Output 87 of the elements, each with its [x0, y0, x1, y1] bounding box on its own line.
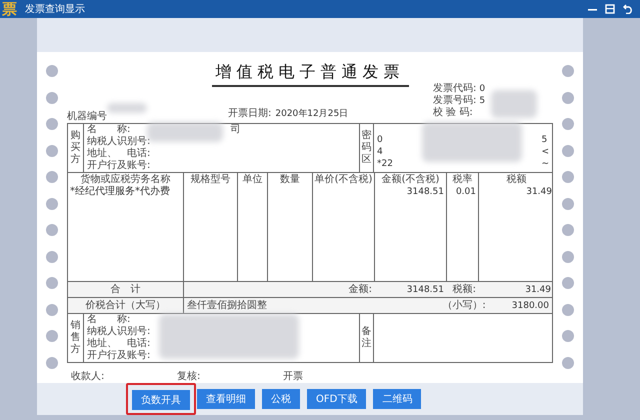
cipher-text: <	[541, 146, 549, 158]
column-header: 货物或应税劳务名称	[68, 173, 184, 186]
punch-hole	[562, 330, 574, 342]
table-cell-text: 31.49	[525, 186, 553, 198]
punch-hole	[46, 118, 58, 130]
cipher-text: *22	[377, 158, 393, 170]
punch-hole	[562, 65, 574, 77]
punch-hole	[562, 92, 574, 104]
punch-hole	[562, 171, 574, 183]
punch-hole	[562, 198, 574, 210]
total-amount: 3148.51	[406, 284, 444, 296]
field-label: 税额:	[452, 284, 476, 296]
signature-label: 开票	[283, 370, 304, 383]
punch-hole	[46, 171, 58, 183]
table-cell-text: 0.01	[454, 186, 477, 198]
table-cell-text: *经纪代理服务*代办费	[69, 186, 171, 198]
punch-hole	[46, 330, 58, 342]
punch-hole	[562, 304, 574, 316]
action-button[interactable]: 公税	[262, 389, 300, 409]
grand-total: 3180.00	[512, 300, 549, 312]
field-label: （小写）:	[442, 300, 486, 312]
field-label: 地址、 电话:	[87, 338, 150, 350]
window-icon[interactable]	[605, 4, 615, 14]
column-header: 税率	[447, 173, 479, 186]
table-cell-text: 3148.51	[406, 186, 445, 198]
side-label: 备注	[362, 326, 372, 350]
column-header: 单位	[238, 173, 268, 186]
redaction-blur	[107, 103, 147, 113]
field-label: 纳税人识别号:	[87, 136, 150, 148]
action-button[interactable]: 查看明细	[197, 389, 255, 409]
punch-hole	[562, 144, 574, 156]
action-button[interactable]: 二维码	[373, 389, 422, 409]
punch-hole	[562, 356, 574, 368]
punch-hole	[46, 250, 58, 262]
invoice-title: 增值税电子普通发票	[212, 62, 408, 87]
cipher-text: ~	[541, 158, 549, 170]
column-header: 单价(不含税)	[313, 173, 375, 186]
cipher-text: 0	[377, 134, 384, 146]
field-label: 金额:	[348, 284, 372, 296]
column-header: 金额(不含税)	[375, 173, 447, 186]
punch-hole	[46, 144, 58, 156]
punch-hole	[46, 224, 58, 236]
punch-hole	[562, 250, 574, 262]
side-label: 销售方	[70, 320, 80, 356]
cipher-text: 4	[377, 146, 384, 158]
amount-in-words: 叁仟壹佰捌拾圆整	[187, 300, 267, 312]
window-title: 发票查询显示	[25, 2, 86, 16]
app-logo: 票	[2, 0, 17, 18]
field-label: 开户行及账号:	[87, 160, 150, 172]
punch-hole	[562, 224, 574, 236]
signature-label: 复核:	[177, 370, 202, 383]
field-label: 纳税人识别号:	[87, 326, 150, 338]
field-label: 名 称:	[87, 124, 130, 136]
total-label: 价税合计（大写）	[86, 300, 166, 312]
field-value: 0	[479, 83, 486, 95]
issue-date: 2020年12月25日	[275, 108, 348, 120]
total-label: 合 计	[110, 284, 140, 296]
field-label: 地址、 电话:	[87, 148, 150, 160]
cipher-text: 5	[541, 134, 548, 146]
action-button[interactable]: OFD下载	[307, 389, 366, 409]
punch-hole	[46, 198, 58, 210]
side-label: 密码区	[362, 130, 372, 166]
redaction-blur	[491, 90, 537, 118]
field-label: 发票号码:	[433, 95, 476, 106]
field-label: 名 称:	[87, 314, 130, 326]
punch-hole	[46, 92, 58, 104]
punch-hole	[46, 356, 58, 368]
action-button[interactable]: 负数开具	[132, 390, 190, 410]
punch-hole	[46, 65, 58, 77]
field-label: 开票日期:	[228, 108, 272, 120]
punch-hole	[562, 118, 574, 130]
column-header: 税额	[506, 173, 528, 186]
field-value: 司	[230, 124, 240, 136]
punch-hole	[562, 277, 574, 289]
field-label: 机器编号	[67, 111, 107, 122]
field-label: 发票代码:	[433, 83, 476, 95]
column-header: 数量	[268, 173, 313, 186]
side-label: 购买方	[70, 130, 80, 166]
column-header: 规格型号	[184, 173, 238, 186]
field-label: 校 验 码:	[433, 107, 473, 119]
field-value: 5	[479, 95, 486, 107]
undo-icon[interactable]	[623, 4, 634, 14]
signature-label: 收款人:	[71, 370, 106, 383]
field-label: 开户行及账号:	[87, 350, 150, 362]
total-tax: 31.49	[525, 284, 551, 296]
punch-hole	[46, 304, 58, 316]
punch-hole	[46, 277, 58, 289]
